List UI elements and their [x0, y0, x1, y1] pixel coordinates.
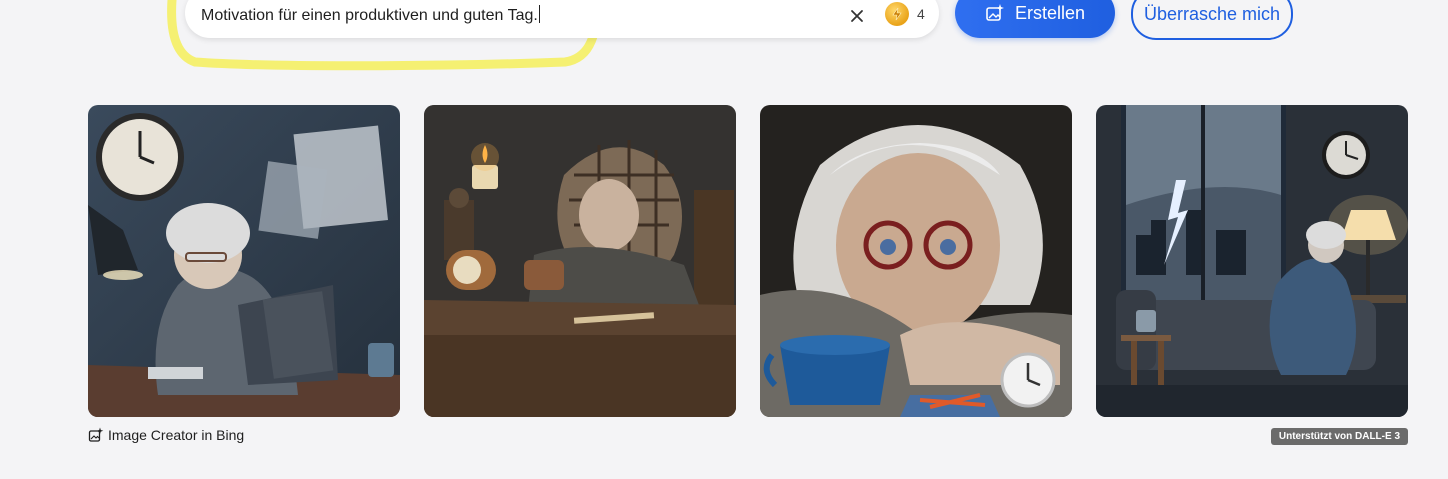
- close-icon: [851, 10, 863, 22]
- surprise-me-label: Überrasche mich: [1143, 3, 1281, 24]
- generated-image-2: [424, 105, 736, 417]
- prompt-input[interactable]: Motivation für einen produktiven und gut…: [201, 5, 540, 25]
- image-gallery: [88, 105, 1408, 417]
- image-sparkle-icon: [986, 4, 1004, 21]
- image-sparkle-icon: [88, 427, 104, 442]
- lightning-coin-icon: [885, 2, 909, 26]
- prompt-search-box[interactable]: Motivation für einen produktiven und gut…: [185, 0, 939, 38]
- gallery-image-3[interactable]: [760, 105, 1072, 417]
- boost-indicator[interactable]: 4: [885, 2, 925, 26]
- boost-count: 4: [917, 6, 925, 22]
- generated-image-4: [1096, 105, 1408, 417]
- gallery-image-2[interactable]: [424, 105, 736, 417]
- gallery-image-1[interactable]: [88, 105, 400, 417]
- text-caret: [538, 5, 540, 23]
- gallery-image-4[interactable]: [1096, 105, 1408, 417]
- surprise-me-button[interactable]: Überrasche mich: [1131, 0, 1293, 40]
- powered-by-badge: Unterstützt von DALL-E 3: [1270, 428, 1408, 445]
- create-button-label: Erstellen: [1014, 2, 1086, 23]
- clear-button[interactable]: [845, 4, 869, 28]
- generated-image-3: [760, 105, 1072, 417]
- create-button[interactable]: Erstellen: [955, 0, 1115, 38]
- brand-footer-label: Image Creator in Bing: [108, 427, 245, 443]
- brand-footer[interactable]: Image Creator in Bing: [88, 427, 244, 443]
- generated-image-1: [88, 105, 400, 417]
- image-creator-page: Motivation für einen produktiven und gut…: [0, 0, 1448, 479]
